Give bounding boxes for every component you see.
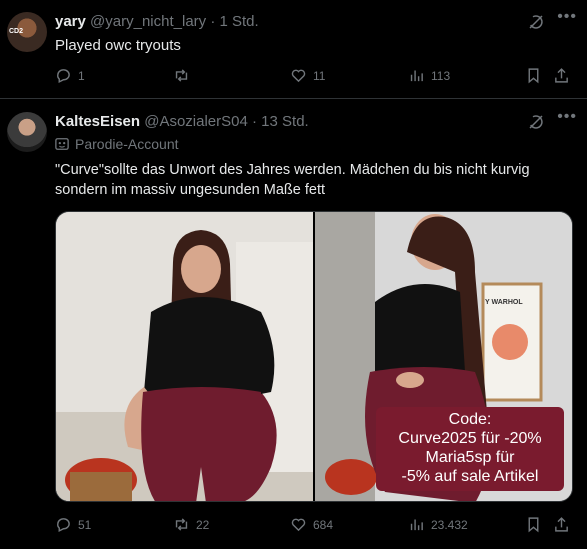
more-icon[interactable]: ••• bbox=[557, 108, 577, 126]
repost-icon bbox=[175, 518, 188, 531]
separator: · bbox=[252, 113, 257, 130]
parody-label: Parodie-Account bbox=[55, 136, 179, 152]
photo-front[interactable] bbox=[56, 212, 313, 501]
post-header: KaltesEisen @AsozialerS04 · 13 Std. bbox=[55, 113, 309, 130]
photo-back[interactable]: Y WARHOL Code: Curve2025 für -20% Maria5… bbox=[315, 212, 572, 501]
promo-line-2: Curve2025 für -20% bbox=[398, 430, 542, 447]
avatar-badge-text: CD2 bbox=[9, 28, 24, 35]
repost-button[interactable]: 22 bbox=[173, 516, 209, 533]
post-header: yary @yary_nicht_lary · 1 Std. bbox=[55, 13, 259, 30]
handle[interactable]: @AsozialerS04 bbox=[144, 113, 248, 130]
promo-code-box: Code: Curve2025 für -20% Maria5sp für -5… bbox=[376, 407, 564, 491]
post-kalteseisen[interactable]: KaltesEisen @AsozialerS04 · 13 Std. ••• … bbox=[0, 100, 587, 549]
reply-count: 1 bbox=[78, 68, 85, 83]
repost-icon bbox=[175, 69, 188, 82]
bookmark-icon bbox=[528, 517, 539, 533]
poster-text: Y WARHOL bbox=[485, 299, 523, 306]
timestamp[interactable]: 13 Std. bbox=[261, 113, 309, 130]
media-grid[interactable]: Y WARHOL Code: Curve2025 für -20% Maria5… bbox=[55, 211, 573, 502]
repost-button[interactable] bbox=[173, 67, 196, 84]
reply-button[interactable]: 51 bbox=[55, 516, 91, 533]
like-icon bbox=[291, 69, 306, 83]
avatar[interactable] bbox=[7, 112, 47, 152]
promo-line-4: -5% auf sale Artikel bbox=[401, 468, 539, 485]
timestamp[interactable]: 1 Std. bbox=[220, 13, 259, 30]
share-icon bbox=[555, 68, 568, 83]
post-text: Played owc tryouts bbox=[55, 37, 181, 54]
views-button[interactable]: 23.432 bbox=[408, 516, 468, 533]
bookmark-button[interactable] bbox=[525, 516, 542, 533]
handle[interactable]: @yary_nicht_lary bbox=[90, 13, 206, 30]
grok-icon[interactable] bbox=[527, 13, 545, 31]
views-count: 113 bbox=[431, 68, 451, 83]
bookmark-button[interactable] bbox=[525, 67, 542, 84]
reply-button[interactable]: 1 bbox=[55, 67, 85, 84]
promo-line-3: Maria5sp für bbox=[425, 449, 515, 466]
views-button[interactable]: 113 bbox=[408, 67, 450, 84]
views-icon bbox=[410, 70, 423, 82]
post-yary[interactable]: CD2 yary @yary_nicht_lary · 1 Std. ••• P… bbox=[0, 0, 587, 99]
action-bar: 51 22 684 23.432 bbox=[55, 516, 575, 536]
separator: · bbox=[210, 13, 216, 30]
like-count: 684 bbox=[313, 517, 334, 532]
display-name[interactable]: yary bbox=[55, 13, 86, 30]
parody-label-text: Parodie-Account bbox=[75, 136, 179, 152]
reply-icon bbox=[57, 69, 70, 84]
grok-icon[interactable] bbox=[527, 113, 545, 131]
like-button[interactable]: 684 bbox=[290, 516, 333, 533]
avatar[interactable]: CD2 bbox=[7, 12, 47, 52]
promo-line-1: Code: bbox=[448, 411, 492, 428]
views-icon bbox=[410, 519, 423, 531]
views-count: 23.432 bbox=[431, 517, 468, 532]
share-button[interactable] bbox=[553, 67, 570, 84]
share-button[interactable] bbox=[553, 516, 570, 533]
post-text: "Curve"sollte das Unwort des Jahres werd… bbox=[55, 162, 530, 198]
like-count: 11 bbox=[313, 68, 326, 83]
reply-icon bbox=[57, 518, 70, 533]
like-icon bbox=[291, 518, 306, 532]
share-icon bbox=[555, 517, 568, 532]
parody-mask-icon bbox=[55, 138, 69, 150]
more-icon[interactable]: ••• bbox=[557, 8, 577, 26]
display-name[interactable]: KaltesEisen bbox=[55, 113, 140, 130]
photo-front-illustration bbox=[56, 212, 313, 501]
repost-count: 22 bbox=[196, 517, 210, 532]
bookmark-icon bbox=[528, 68, 539, 84]
like-button[interactable]: 11 bbox=[290, 67, 325, 84]
action-bar: 1 11 113 bbox=[55, 67, 575, 87]
reply-count: 51 bbox=[78, 517, 92, 532]
